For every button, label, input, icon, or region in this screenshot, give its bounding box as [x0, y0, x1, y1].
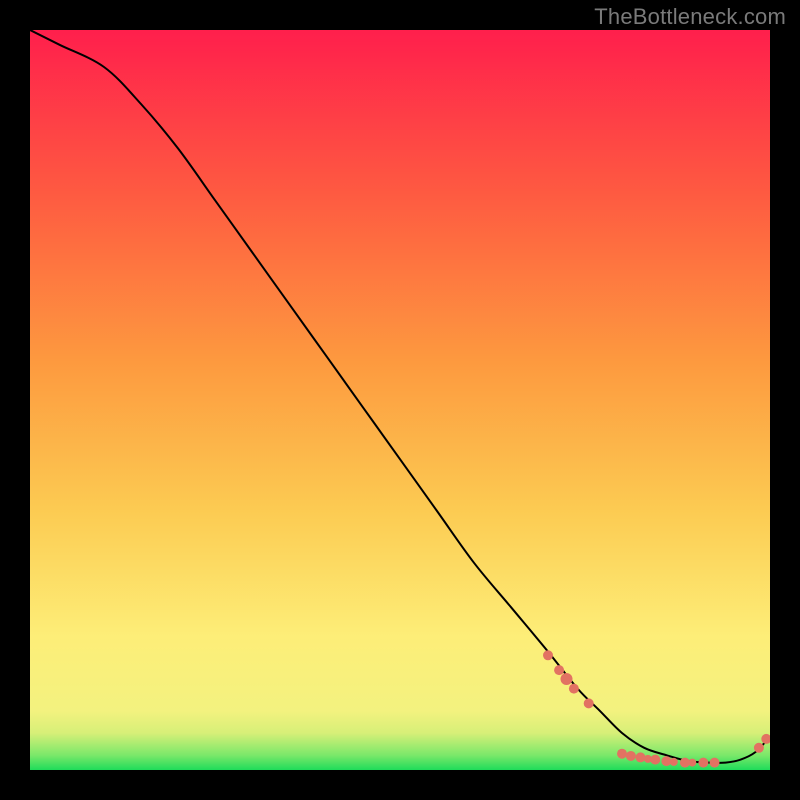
- chart-frame: TheBottleneck.com: [0, 0, 800, 800]
- marker-point: [710, 758, 720, 768]
- gradient-background: [30, 30, 770, 770]
- marker-point: [670, 758, 678, 766]
- marker-point: [543, 650, 553, 660]
- marker-point: [617, 749, 627, 759]
- marker-point: [561, 673, 573, 685]
- chart-svg: [30, 30, 770, 770]
- marker-point: [626, 751, 636, 761]
- marker-point: [754, 743, 764, 753]
- marker-point: [688, 759, 696, 767]
- marker-point: [569, 684, 579, 694]
- marker-point: [584, 698, 594, 708]
- marker-point: [636, 752, 646, 762]
- plot-area: [30, 30, 770, 770]
- marker-point: [554, 665, 564, 675]
- watermark-label: TheBottleneck.com: [594, 4, 786, 30]
- marker-point: [650, 755, 660, 765]
- marker-point: [698, 758, 708, 768]
